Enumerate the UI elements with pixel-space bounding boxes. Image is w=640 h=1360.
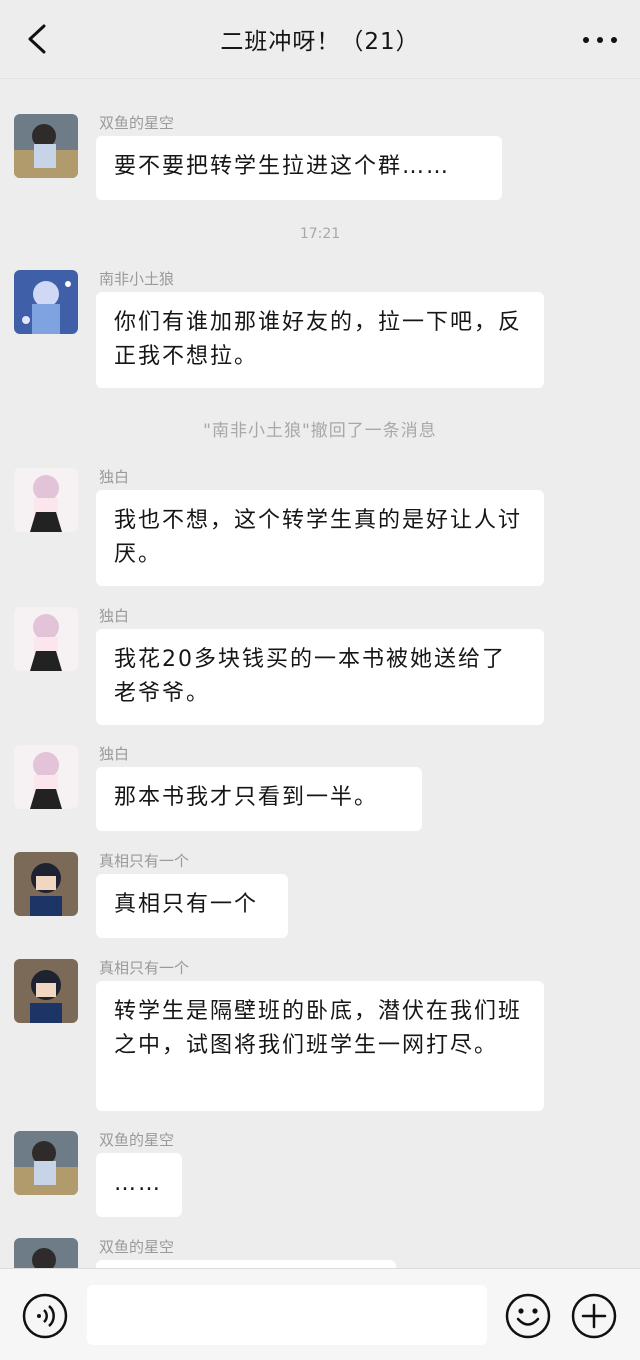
message-bubble[interactable]: 我花20多块钱买的一本书被她送给了老爷爷。 [96, 629, 544, 725]
avatar[interactable] [14, 270, 78, 334]
message-bubble[interactable]: 那本书我才只看到一半。 [96, 767, 422, 831]
sender-name: 双鱼的星空 [99, 114, 175, 132]
avatar[interactable] [14, 745, 78, 809]
emoji-icon[interactable] [505, 1293, 551, 1339]
sender-name: 真相只有一个 [99, 852, 190, 870]
sender-name: 南非小土狼 [99, 270, 175, 288]
recall-notice: "南非小土狼"撤回了一条消息 [203, 421, 437, 441]
message-bubble[interactable]: 真相只有一个 [96, 874, 288, 938]
message-input[interactable] [87, 1285, 487, 1345]
sender-name: 真相只有一个 [99, 959, 190, 977]
avatar[interactable] [14, 468, 78, 532]
sender-name: 独白 [99, 607, 130, 625]
avatar[interactable] [14, 852, 78, 916]
message-bubble[interactable]: 你们有谁加那谁好友的，拉一下吧，反正我不想拉。 [96, 292, 544, 388]
voice-icon[interactable] [22, 1293, 68, 1339]
message-bubble[interactable]: …… [96, 1153, 182, 1217]
message-bubble[interactable]: 要不要把转学生拉进这个群…… [96, 136, 502, 200]
avatar[interactable] [14, 959, 78, 1023]
message-bubble[interactable]: 转学生是隔壁班的卧底，潜伏在我们班之中，试图将我们班学生一网打尽。 [96, 981, 544, 1111]
sender-name: 独白 [99, 468, 130, 486]
plus-icon[interactable] [571, 1293, 617, 1339]
input-bar [0, 1268, 640, 1360]
avatar[interactable] [14, 114, 78, 178]
sender-name: 独白 [99, 745, 130, 763]
sender-name: 双鱼的星空 [99, 1131, 175, 1149]
avatar[interactable] [14, 607, 78, 671]
chat-header: 二班冲呀！（21） [0, 0, 640, 79]
message-bubble[interactable]: 我也不想，这个转学生真的是好让人讨厌。 [96, 490, 544, 586]
avatar[interactable] [14, 1131, 78, 1195]
more-dots-icon[interactable] [580, 22, 620, 56]
timestamp: 17:21 [299, 226, 341, 242]
chat-title: 二班冲呀！（21） [220, 29, 420, 55]
sender-name: 双鱼的星空 [99, 1238, 175, 1256]
